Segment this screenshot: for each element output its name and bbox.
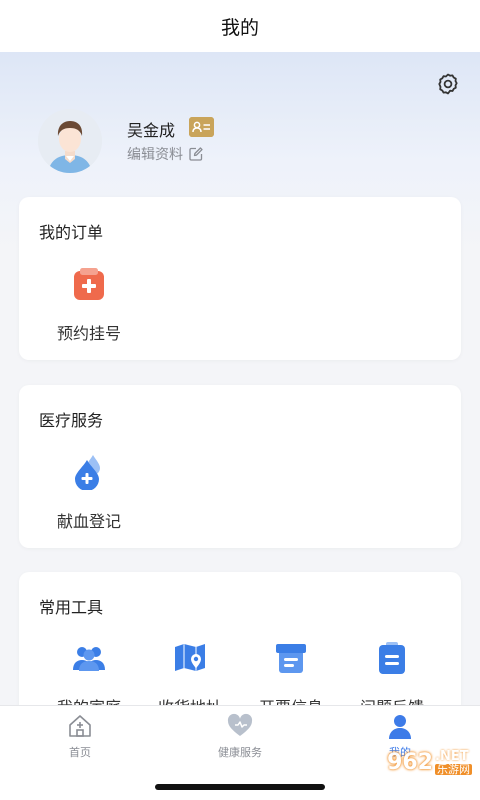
invoice-icon [276, 644, 306, 673]
settings-gear-icon[interactable] [436, 72, 460, 96]
top-bar: 我的 [0, 0, 480, 52]
appointment-clipboard-icon [74, 268, 104, 300]
blood-donation-icon [75, 455, 100, 490]
tab-health-services[interactable]: 健康服务 [160, 712, 320, 760]
medical-services-card-title: 医疗服务 [39, 411, 104, 430]
edit-profile-label: 编辑资料 [127, 147, 183, 163]
orders-card-title: 我的订单 [39, 223, 104, 242]
map-address-icon [175, 644, 205, 671]
feedback-icon [379, 642, 405, 674]
appointment-registration-button[interactable]: 预约挂号 [34, 264, 144, 344]
heart-icon [227, 713, 253, 736]
medical-services-card: 医疗服务 献血登记 [19, 385, 461, 548]
id-card-badge-icon [189, 117, 214, 137]
watermark-number: 962 [387, 750, 433, 776]
watermark-site: 乐游网 [435, 762, 472, 776]
blood-donation-button[interactable]: 献血登记 [34, 452, 144, 532]
edit-pencil-icon [189, 147, 203, 161]
common-tools-card-title: 常用工具 [39, 598, 104, 617]
user-avatar-illustration [38, 109, 102, 173]
tab-health-services-label: 健康服务 [218, 746, 262, 759]
username: 吴金成 [127, 121, 176, 140]
home-icon [69, 715, 91, 737]
tab-home[interactable]: 首页 [0, 712, 160, 760]
blood-donation-label: 献血登记 [56, 512, 121, 531]
appointment-label: 预约挂号 [56, 324, 121, 343]
orders-card: 我的订单 预约挂号 [19, 197, 461, 360]
home-indicator [155, 784, 325, 790]
edit-profile-link[interactable]: 编辑资料 [127, 144, 204, 164]
watermark-side: .NET 乐游网 [435, 749, 472, 776]
site-watermark: 962 .NET 乐游网 [387, 749, 472, 776]
family-icon [73, 647, 105, 671]
tab-home-label: 首页 [69, 746, 91, 759]
watermark-net: .NET [435, 749, 469, 764]
user-icon [389, 715, 411, 739]
page-title: 我的 [220, 16, 259, 39]
avatar[interactable] [38, 109, 102, 173]
